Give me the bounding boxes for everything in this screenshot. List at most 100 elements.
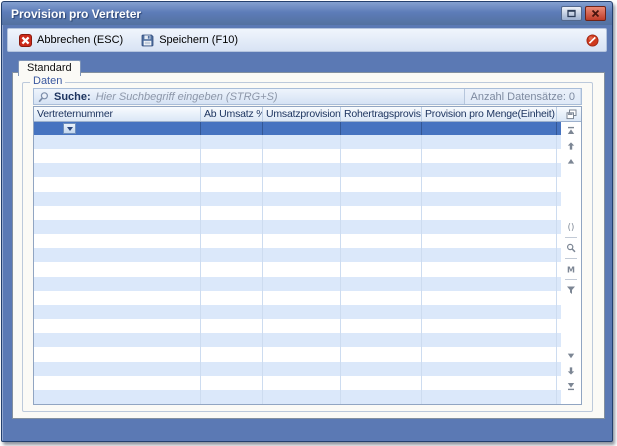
table-cell[interactable] bbox=[201, 376, 263, 390]
table-cell[interactable] bbox=[34, 149, 201, 163]
table-cell[interactable] bbox=[201, 291, 263, 305]
table-cell[interactable] bbox=[201, 177, 263, 191]
search-icon[interactable] bbox=[565, 243, 577, 253]
table-cell[interactable] bbox=[34, 277, 201, 291]
table-cell[interactable] bbox=[201, 192, 263, 206]
table-cell[interactable] bbox=[34, 362, 201, 376]
table-cell[interactable] bbox=[341, 277, 422, 291]
titlebar[interactable]: Provision pro Vertreter bbox=[2, 2, 612, 25]
table-row[interactable] bbox=[34, 319, 561, 333]
table-cell[interactable] bbox=[422, 305, 557, 319]
table-cell[interactable] bbox=[341, 192, 422, 206]
filter-icon[interactable] bbox=[565, 285, 577, 295]
table-cell[interactable] bbox=[422, 192, 557, 206]
table-cell[interactable] bbox=[201, 333, 263, 347]
table-cell[interactable] bbox=[341, 163, 422, 177]
table-cell[interactable] bbox=[263, 149, 341, 163]
cell-dropdown-button[interactable] bbox=[63, 123, 76, 134]
table-cell[interactable] bbox=[422, 362, 557, 376]
table-cell[interactable] bbox=[34, 220, 201, 234]
table-cell[interactable] bbox=[422, 220, 557, 234]
table-cell[interactable] bbox=[263, 206, 341, 220]
table-cell[interactable] bbox=[341, 234, 422, 248]
column-header-2[interactable]: Umsatzprovision bbox=[263, 107, 341, 121]
parentheses-icon[interactable]: () bbox=[565, 222, 577, 232]
table-cell[interactable] bbox=[263, 319, 341, 333]
table-cell[interactable] bbox=[341, 149, 422, 163]
table-cell[interactable] bbox=[263, 135, 341, 149]
table-cell[interactable] bbox=[341, 305, 422, 319]
move-down-icon[interactable] bbox=[565, 366, 577, 376]
table-cell[interactable] bbox=[34, 376, 201, 390]
table-cell[interactable] bbox=[422, 390, 557, 404]
table-row[interactable] bbox=[34, 333, 561, 347]
table-row[interactable] bbox=[34, 390, 561, 404]
table-cell[interactable] bbox=[263, 305, 341, 319]
tab-standard[interactable]: Standard bbox=[18, 60, 81, 76]
column-chooser-icon[interactable] bbox=[565, 109, 577, 119]
table-cell[interactable] bbox=[201, 220, 263, 234]
selected-row-cell[interactable] bbox=[201, 122, 263, 135]
table-cell[interactable] bbox=[34, 347, 201, 361]
table-cell[interactable] bbox=[422, 291, 557, 305]
table-cell[interactable] bbox=[34, 305, 201, 319]
table-cell[interactable] bbox=[34, 319, 201, 333]
table-cell[interactable] bbox=[34, 192, 201, 206]
go-last-icon[interactable] bbox=[565, 381, 577, 391]
table-cell[interactable] bbox=[34, 333, 201, 347]
go-next-icon[interactable] bbox=[565, 351, 577, 361]
go-previous-icon[interactable] bbox=[565, 156, 577, 166]
table-cell[interactable] bbox=[263, 234, 341, 248]
restore-button[interactable] bbox=[561, 6, 582, 21]
close-button[interactable] bbox=[585, 6, 606, 21]
table-row[interactable] bbox=[34, 206, 561, 220]
table-cell[interactable] bbox=[263, 376, 341, 390]
table-row[interactable] bbox=[34, 248, 561, 262]
table-cell[interactable] bbox=[263, 362, 341, 376]
table-cell[interactable] bbox=[422, 177, 557, 191]
move-up-icon[interactable] bbox=[565, 141, 577, 151]
table-cell[interactable] bbox=[34, 135, 201, 149]
table-cell[interactable] bbox=[341, 376, 422, 390]
table-cell[interactable] bbox=[422, 347, 557, 361]
table-cell[interactable] bbox=[201, 277, 263, 291]
table-cell[interactable] bbox=[34, 262, 201, 276]
table-row[interactable] bbox=[34, 262, 561, 276]
table-cell[interactable] bbox=[263, 347, 341, 361]
table-cell[interactable] bbox=[341, 262, 422, 276]
search-input[interactable]: Hier Suchbegriff eingeben (STRG+S) bbox=[96, 91, 278, 103]
table-cell[interactable] bbox=[34, 390, 201, 404]
go-first-icon[interactable] bbox=[565, 126, 577, 136]
table-cell[interactable] bbox=[263, 291, 341, 305]
table-cell[interactable] bbox=[263, 192, 341, 206]
table-cell[interactable] bbox=[201, 362, 263, 376]
table-cell[interactable] bbox=[341, 347, 422, 361]
table-cell[interactable] bbox=[422, 234, 557, 248]
table-cell[interactable] bbox=[341, 390, 422, 404]
table-row[interactable] bbox=[34, 234, 561, 248]
table-cell[interactable] bbox=[341, 206, 422, 220]
column-header-3[interactable]: Rohertragsprovision bbox=[341, 107, 422, 121]
selected-row-cell[interactable] bbox=[341, 122, 422, 135]
table-cell[interactable] bbox=[263, 248, 341, 262]
table-row[interactable] bbox=[34, 135, 561, 149]
table-row[interactable] bbox=[34, 305, 561, 319]
cancel-button[interactable]: Abbrechen (ESC) bbox=[15, 32, 127, 49]
table-cell[interactable] bbox=[201, 248, 263, 262]
table-cell[interactable] bbox=[422, 376, 557, 390]
table-row[interactable] bbox=[34, 362, 561, 376]
table-cell[interactable] bbox=[201, 163, 263, 177]
table-cell[interactable] bbox=[263, 220, 341, 234]
table-cell[interactable] bbox=[201, 319, 263, 333]
column-header-0[interactable]: Vertreternummer bbox=[34, 107, 201, 121]
table-cell[interactable] bbox=[422, 319, 557, 333]
table-cell[interactable] bbox=[201, 390, 263, 404]
selected-row[interactable] bbox=[34, 122, 561, 135]
column-header-1[interactable]: Ab Umsatz % bbox=[201, 107, 263, 121]
table-cell[interactable] bbox=[263, 163, 341, 177]
table-cell[interactable] bbox=[341, 177, 422, 191]
table-cell[interactable] bbox=[422, 135, 557, 149]
table-cell[interactable] bbox=[341, 220, 422, 234]
table-cell[interactable] bbox=[201, 135, 263, 149]
table-cell[interactable] bbox=[201, 305, 263, 319]
